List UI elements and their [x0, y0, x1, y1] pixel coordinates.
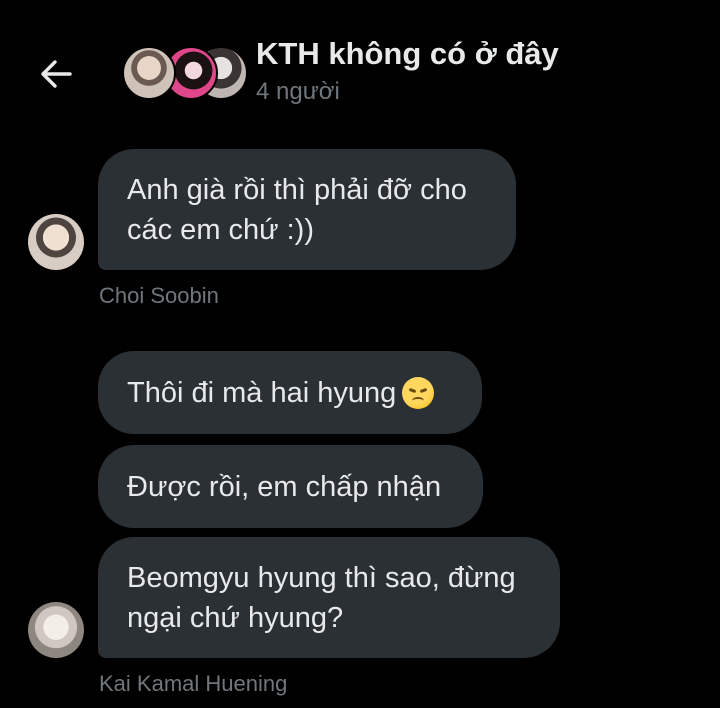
message-bubble[interactable]: Thôi đi mà hai hyung [98, 351, 482, 434]
message-bubble[interactable]: Được rồi, em chấp nhận [98, 445, 483, 528]
sender-name: Kai Kamal Huening [99, 671, 288, 696]
message-bubble[interactable]: Beomgyu hyung thì sao, đừng ngại chứ hyu… [98, 537, 560, 658]
member-count: 4 người [256, 78, 340, 105]
message-text: Thôi đi mà hai hyung [127, 376, 397, 409]
back-button[interactable] [34, 54, 78, 94]
message-text: Anh già rồi thì phải đỡ cho các em chứ :… [127, 173, 467, 246]
avatar[interactable] [28, 602, 84, 658]
arrow-left-icon [41, 60, 72, 88]
message-bubble[interactable]: Anh già rồi thì phải đỡ cho các em chứ :… [98, 149, 516, 270]
group-member-avatar [122, 46, 176, 100]
avatar[interactable] [28, 214, 84, 270]
conversation-header: KTH không có ở đây 4 người [0, 0, 720, 120]
message-text: Beomgyu hyung thì sao, đừng ngại chứ hyu… [127, 561, 516, 634]
message-text: Được rồi, em chấp nhận [127, 470, 442, 503]
conversation-title[interactable]: KTH không có ở đây [256, 36, 559, 72]
group-avatar-stack[interactable] [122, 46, 248, 100]
sender-name: Choi Soobin [99, 283, 219, 308]
disappointed-face-icon [402, 376, 435, 409]
